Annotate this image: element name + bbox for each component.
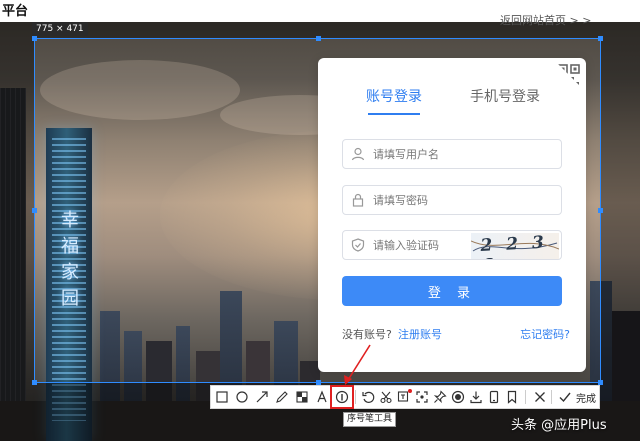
login-button[interactable]: 登 录 [342,276,562,306]
login-card: 账号登录 手机号登录 2 2 3 6 登 录 没有账号? 注册 [318,58,586,372]
bookmark-icon[interactable] [503,388,521,406]
toolbar-divider [551,390,552,404]
dim-overlay [0,38,34,383]
forgot-password-link[interactable]: 忘记密码? [520,326,570,342]
resize-handle[interactable] [316,36,321,41]
qr-login-corner[interactable] [552,58,586,92]
resize-handle[interactable] [32,380,37,385]
undo-icon[interactable] [359,388,377,406]
toolbar-divider [525,390,526,404]
scroll-capture-icon[interactable] [413,388,431,406]
ocr-icon[interactable] [395,388,413,406]
download-icon[interactable] [467,388,485,406]
mosaic-icon[interactable] [293,388,311,406]
watermark: 头条 @应用Plus [511,418,607,433]
captcha-field[interactable]: 2 2 3 6 [342,230,562,260]
cut-icon[interactable] [377,388,395,406]
register-link[interactable]: 注册账号 [398,326,442,342]
record-icon[interactable] [449,388,467,406]
ellipse-icon[interactable] [233,388,251,406]
username-input[interactable] [373,144,503,164]
resize-handle[interactable] [32,36,37,41]
selection-size-label: 775 × 471 [32,22,88,36]
active-tab-indicator [368,113,420,115]
shield-icon [351,238,365,252]
arrow-icon[interactable] [253,388,271,406]
tool-tooltip: 序号笔工具 [343,412,397,427]
resize-handle[interactable] [598,36,603,41]
password-input[interactable] [373,190,503,210]
done-button-label[interactable]: 完成 [576,390,596,405]
capture-toolbar: 完成 [210,385,600,409]
qr-code-icon[interactable] [558,64,580,86]
pin-icon[interactable] [431,388,449,406]
tab-account-login[interactable]: 账号登录 [366,86,422,106]
dim-overlay [601,38,640,383]
resize-handle[interactable] [32,208,37,213]
text-icon[interactable] [313,388,331,406]
lock-icon [352,193,364,207]
back-home-link[interactable]: 返回网站首页 > > [500,12,591,28]
password-field[interactable] [342,185,562,215]
tab-phone-login[interactable]: 手机号登录 [470,86,540,106]
close-icon[interactable] [531,388,549,406]
rectangle-icon[interactable] [213,388,231,406]
username-field[interactable] [342,139,562,169]
pencil-icon[interactable] [273,388,291,406]
no-account-text: 没有账号? [342,328,392,341]
platform-label: 平台 [2,4,29,19]
captcha-image[interactable]: 2 2 3 6 [471,233,559,259]
user-icon [351,147,365,161]
check-icon[interactable] [556,388,574,406]
resize-handle[interactable] [598,208,603,213]
phone-icon[interactable] [485,388,503,406]
toolbar-divider [355,390,356,404]
serial-number-icon[interactable] [330,385,354,409]
captcha-text: 2 2 3 6 [480,233,549,259]
